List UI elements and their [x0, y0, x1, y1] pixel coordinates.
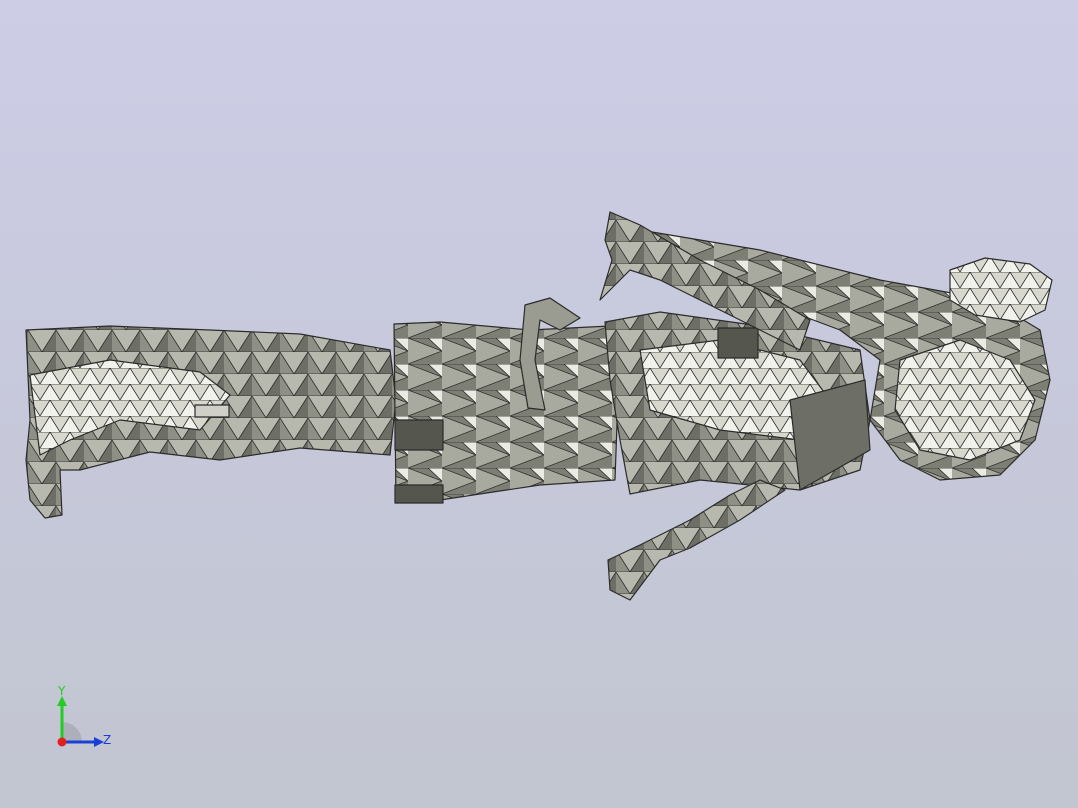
axis-triad: Y Z [40, 684, 130, 764]
mesh-arm-lower [607, 479, 786, 601]
mesh-band-1 [394, 419, 444, 451]
axis-triad-icon: Y Z [57, 684, 111, 747]
mesh-band-2 [394, 484, 444, 504]
axis-y-label: Y [57, 684, 66, 698]
mesh-skirt [393, 321, 621, 504]
mesh-collar-block [717, 327, 759, 359]
mesh-tag [194, 404, 230, 418]
wireframe-figure-model[interactable] [0, 0, 1078, 808]
axis-z-label: Z [103, 733, 111, 747]
mesh-belt [789, 379, 871, 491]
3d-viewport[interactable]: Y Z [0, 0, 1078, 808]
